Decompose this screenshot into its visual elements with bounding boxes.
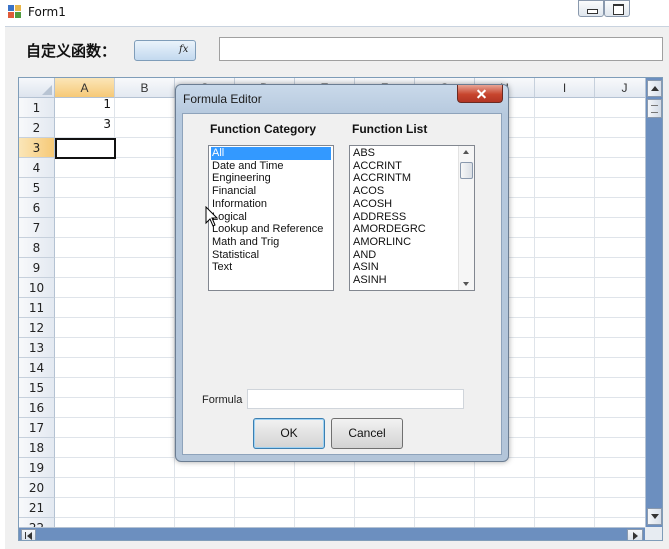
- scroll-up-arrow-icon[interactable]: [463, 150, 469, 154]
- row-header-15[interactable]: 15: [19, 378, 55, 398]
- vertical-scroll-thumb[interactable]: [647, 99, 662, 118]
- vertical-scrollbar[interactable]: [645, 78, 662, 527]
- category-item[interactable]: Math and Trig: [211, 236, 279, 249]
- scrollbar-corner: [645, 527, 662, 540]
- category-item[interactable]: Statistical: [211, 249, 259, 262]
- row-header-7[interactable]: 7: [19, 218, 55, 238]
- row-header-5[interactable]: 5: [19, 178, 55, 198]
- formula-editor-dialog: Formula Editor Function Category Functio…: [175, 84, 509, 462]
- function-item[interactable]: ACOS: [352, 185, 384, 198]
- category-item[interactable]: Financial: [211, 185, 256, 198]
- minimize-button[interactable]: [578, 0, 604, 17]
- title-bar: Form1: [0, 0, 669, 24]
- row-header-6[interactable]: 6: [19, 198, 55, 218]
- row-header-16[interactable]: 16: [19, 398, 55, 418]
- row-header-21[interactable]: 21: [19, 498, 55, 518]
- row-header-2[interactable]: 2: [19, 118, 55, 138]
- grid-line: [55, 477, 645, 478]
- row-header-18[interactable]: 18: [19, 438, 55, 458]
- scroll-up-button[interactable]: [647, 80, 662, 97]
- scroll-down-button[interactable]: [647, 508, 662, 525]
- dialog-close-button[interactable]: [457, 85, 503, 103]
- row-header-17[interactable]: 17: [19, 418, 55, 438]
- function-item[interactable]: ASINH: [352, 274, 387, 287]
- scroll-first-sheet-button[interactable]: [21, 529, 36, 540]
- dialog-body: Function Category Function List All Date …: [182, 113, 502, 455]
- row-header-20[interactable]: 20: [19, 478, 55, 498]
- grid-line: [594, 98, 595, 528]
- row-header-12[interactable]: 12: [19, 318, 55, 338]
- function-item[interactable]: ASIN: [352, 261, 379, 274]
- function-item[interactable]: AMORDEGRC: [352, 223, 426, 236]
- function-listbox[interactable]: ABS ACCRINT ACCRINTM ACOS ACOSH ADDRESS AMORDE…: [349, 145, 475, 291]
- scroll-right-button[interactable]: [627, 529, 643, 540]
- cell-a1[interactable]: 1: [55, 97, 111, 111]
- row-header-11[interactable]: 11: [19, 298, 55, 318]
- function-list-label: Function List: [352, 122, 428, 136]
- formula-label: Formula: [202, 394, 243, 406]
- grid-line: [55, 497, 645, 498]
- grid-line: [114, 98, 115, 528]
- function-editor-button[interactable]: fx: [134, 40, 196, 61]
- row-header-14[interactable]: 14: [19, 358, 55, 378]
- row-header-8[interactable]: 8: [19, 238, 55, 258]
- function-item[interactable]: ACCRINT: [352, 160, 402, 173]
- maximize-button[interactable]: [604, 0, 630, 17]
- row-header-13[interactable]: 13: [19, 338, 55, 358]
- function-category-listbox[interactable]: All Date and Time Engineering Financial Info…: [208, 145, 334, 291]
- column-header-a[interactable]: A: [55, 78, 115, 98]
- ok-button[interactable]: OK: [253, 418, 325, 449]
- function-item[interactable]: AND: [352, 249, 376, 262]
- category-item[interactable]: Engineering: [211, 172, 271, 185]
- row-header-9[interactable]: 9: [19, 258, 55, 278]
- row-header-4[interactable]: 4: [19, 158, 55, 178]
- formula-bar-input[interactable]: [219, 37, 663, 61]
- dialog-title: Formula Editor: [183, 92, 262, 106]
- fx-icon: fx: [179, 44, 189, 55]
- function-item[interactable]: ACCRINTM: [352, 172, 411, 185]
- row-header-1[interactable]: 1: [19, 98, 55, 118]
- function-list-scrollbar[interactable]: [458, 146, 474, 290]
- function-item[interactable]: ACOSH: [352, 198, 392, 211]
- window-title: Form1: [28, 5, 66, 19]
- function-item[interactable]: ABS: [352, 147, 375, 160]
- category-item[interactable]: Lookup and Reference: [211, 223, 323, 236]
- category-item[interactable]: Date and Time: [211, 160, 284, 173]
- column-header-b[interactable]: B: [115, 78, 175, 98]
- row-header-3[interactable]: 3: [19, 138, 55, 158]
- grid-line: [534, 98, 535, 528]
- app-icon: [8, 5, 22, 18]
- select-all-corner[interactable]: [19, 78, 55, 98]
- cell-a2[interactable]: 3: [55, 117, 111, 131]
- category-item[interactable]: Information: [211, 198, 267, 211]
- row-header-10[interactable]: 10: [19, 278, 55, 298]
- function-list-scroll-thumb[interactable]: [460, 162, 473, 179]
- mouse-cursor-icon: [205, 206, 219, 227]
- grid-line: [55, 517, 645, 518]
- row-header-19[interactable]: 19: [19, 458, 55, 478]
- horizontal-scrollbar[interactable]: [19, 527, 645, 540]
- function-item[interactable]: AMORLINC: [352, 236, 411, 249]
- category-item[interactable]: All: [211, 147, 331, 160]
- column-header-i[interactable]: I: [535, 78, 595, 98]
- custom-function-label: 自定义函数：: [26, 42, 117, 60]
- cancel-button[interactable]: Cancel: [331, 418, 403, 449]
- scroll-down-arrow-icon[interactable]: [463, 282, 469, 286]
- function-item[interactable]: ADDRESS: [352, 211, 406, 224]
- formula-input[interactable]: [247, 389, 464, 409]
- function-category-label: Function Category: [210, 122, 317, 136]
- active-cell[interactable]: [55, 138, 116, 159]
- category-item[interactable]: Text: [211, 261, 232, 274]
